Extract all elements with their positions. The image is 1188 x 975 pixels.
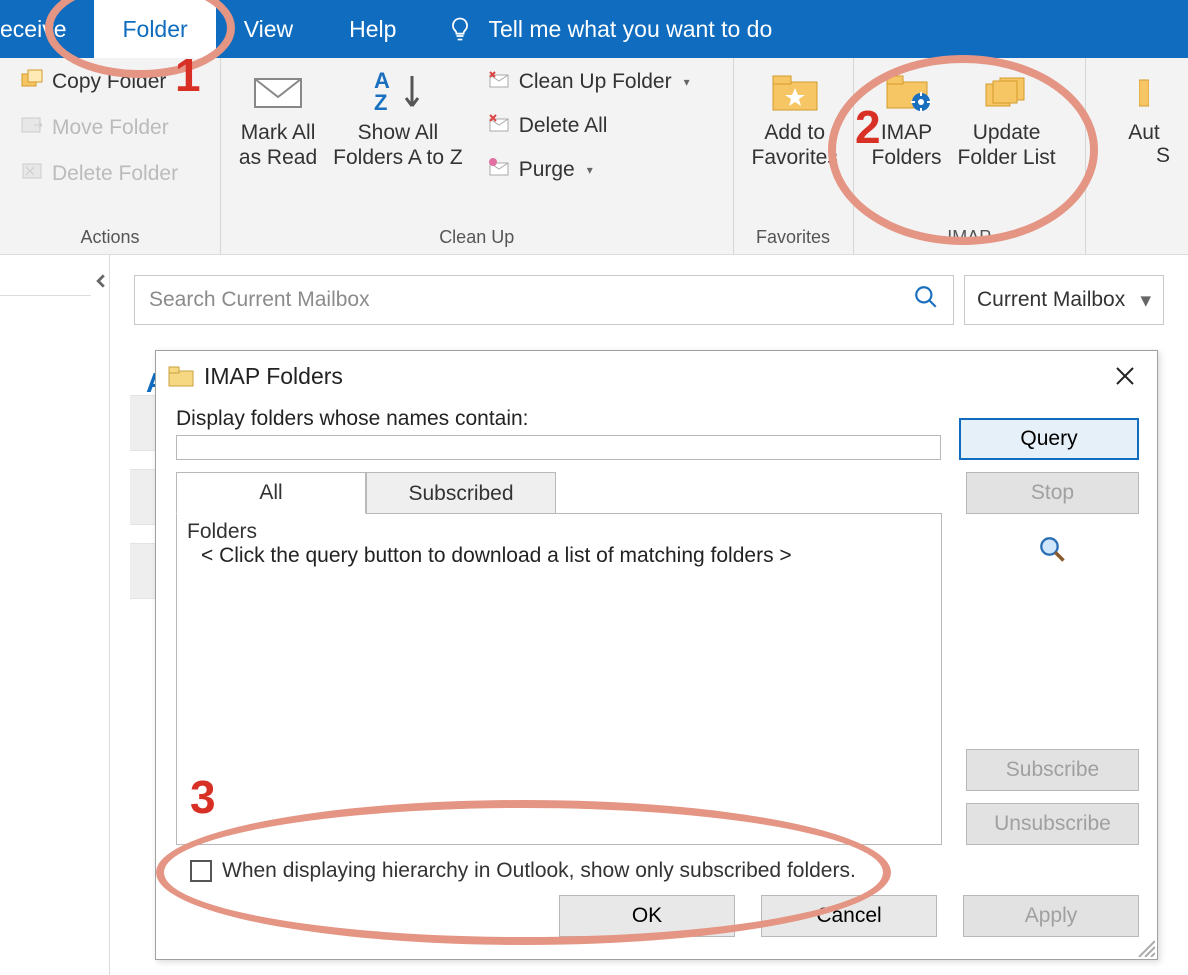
button-label: Purge <box>519 158 575 182</box>
imap-folders-icon <box>881 66 933 118</box>
partial-icon <box>1118 66 1170 118</box>
button-label: Mark All as Read <box>239 120 317 170</box>
button-label: Aut <box>1128 120 1160 145</box>
folder-icon <box>168 365 194 387</box>
imap-folders-dialog: IMAP Folders Display folders whose names… <box>155 350 1158 960</box>
apply-button[interactable]: Apply <box>963 895 1139 937</box>
tab-folder[interactable]: Folder <box>94 0 215 58</box>
button-label: Apply <box>1025 904 1078 928</box>
group-label-cleanup: Clean Up <box>231 225 723 254</box>
envelope-icon <box>252 66 304 118</box>
tab-all[interactable]: All <box>176 472 366 514</box>
tab-view[interactable]: View <box>216 0 321 58</box>
ribbon: Copy Folder Move Folder Delete Folder Ac… <box>0 58 1188 255</box>
delete-all-button[interactable]: Delete All <box>483 110 694 142</box>
button-label: OK <box>632 904 662 928</box>
tab-label: Subscribed <box>408 482 513 506</box>
sort-az-icon: A Z <box>372 66 424 118</box>
tab-label: eceive <box>0 16 66 43</box>
group-label-actions: Actions <box>10 225 210 254</box>
partial-button[interactable]: Aut S <box>1096 58 1178 225</box>
button-label: Move Folder <box>52 116 169 140</box>
tab-send-receive[interactable]: eceive <box>0 0 94 58</box>
button-label: IMAP Folders <box>872 120 942 170</box>
delete-all-icon <box>487 112 513 140</box>
list-hint: < Click the query button to download a l… <box>187 544 931 568</box>
add-to-favorites-button[interactable]: Add to Favorites <box>744 58 846 225</box>
button-label: Stop <box>1031 481 1074 505</box>
checkbox-label: When displaying hierarchy in Outlook, sh… <box>222 859 856 883</box>
lightbulb-icon <box>424 0 488 58</box>
subscribe-button[interactable]: Subscribe <box>966 749 1139 791</box>
chevron-down-icon: ▾ <box>1140 288 1151 313</box>
close-button[interactable] <box>1105 356 1145 396</box>
tell-me-label: Tell me what you want to do <box>488 16 772 43</box>
tab-subscribed[interactable]: Subscribed <box>366 472 556 514</box>
list-header: Folders <box>187 520 931 544</box>
tab-label: Folder <box>122 16 187 43</box>
purge-button[interactable]: Purge <box>483 154 694 186</box>
group-label-favorites: Favorites <box>744 225 843 254</box>
update-folder-list-button[interactable]: Update Folder List <box>950 58 1064 225</box>
filter-label: Display folders whose names contain: <box>176 407 941 431</box>
update-folder-icon <box>981 66 1033 118</box>
button-label: Cancel <box>816 904 881 928</box>
copy-folder-button[interactable]: Copy Folder <box>16 66 182 98</box>
button-label2: S <box>1118 143 1170 168</box>
search-box[interactable] <box>134 275 954 325</box>
show-all-folders-button[interactable]: A Z Show All Folders A to Z <box>325 58 471 225</box>
button-label: Clean Up Folder <box>519 70 672 94</box>
search-icon[interactable] <box>913 284 939 316</box>
copy-folder-icon <box>20 68 46 96</box>
subscribed-only-checkbox[interactable] <box>190 860 212 882</box>
clean-folder-icon <box>487 68 513 96</box>
tell-me-input[interactable]: Tell me what you want to do <box>488 0 772 58</box>
tab-label: Help <box>349 16 396 43</box>
button-label: Delete All <box>519 114 608 138</box>
button-label: Update Folder List <box>958 120 1056 170</box>
delete-folder-button[interactable]: Delete Folder <box>16 158 182 190</box>
move-folder-icon <box>20 114 46 142</box>
svg-text:Z: Z <box>374 90 387 115</box>
button-label: Add to Favorites <box>752 120 838 170</box>
button-label: Show All Folders A to Z <box>333 120 463 170</box>
move-folder-button[interactable]: Move Folder <box>16 112 182 144</box>
tab-help[interactable]: Help <box>321 0 424 58</box>
filter-input[interactable] <box>176 435 941 460</box>
dialog-tabs: All Subscribed <box>176 472 942 514</box>
query-button[interactable]: Query <box>959 418 1139 460</box>
mark-all-read-button[interactable]: Mark All as Read <box>231 58 325 225</box>
search-scope-dropdown[interactable]: Current Mailbox ▾ <box>964 275 1164 325</box>
button-label: Copy Folder <box>52 70 166 94</box>
scope-label: Current Mailbox <box>977 288 1125 312</box>
search-input[interactable] <box>149 288 913 312</box>
button-label: Delete Folder <box>52 162 178 186</box>
delete-folder-icon <box>20 160 46 188</box>
button-label: Query <box>1020 427 1077 451</box>
ok-button[interactable]: OK <box>559 895 735 937</box>
magnifier-icon[interactable] <box>1039 536 1067 569</box>
stop-button[interactable]: Stop <box>966 472 1139 514</box>
cancel-button[interactable]: Cancel <box>761 895 937 937</box>
ribbon-tab-bar: eceive Folder View Help Tell me what you… <box>0 0 1188 58</box>
button-label: Subscribe <box>1006 758 1099 782</box>
button-label: Unsubscribe <box>994 812 1111 836</box>
favorites-folder-icon <box>769 66 821 118</box>
dialog-title: IMAP Folders <box>204 363 343 390</box>
purge-icon <box>487 156 513 184</box>
group-label-imap: IMAP <box>864 225 1076 254</box>
navigation-pane-collapsed <box>0 255 110 975</box>
folders-listbox[interactable]: Folders < Click the query button to down… <box>176 513 942 845</box>
imap-folders-button[interactable]: IMAP Folders <box>864 58 950 225</box>
dialog-titlebar[interactable]: IMAP Folders <box>156 351 1157 401</box>
resize-grip[interactable] <box>1135 937 1155 957</box>
tab-label: All <box>259 481 282 505</box>
tab-label: View <box>244 16 293 43</box>
unsubscribe-button[interactable]: Unsubscribe <box>966 803 1139 845</box>
clean-up-folder-button[interactable]: Clean Up Folder <box>483 66 694 98</box>
